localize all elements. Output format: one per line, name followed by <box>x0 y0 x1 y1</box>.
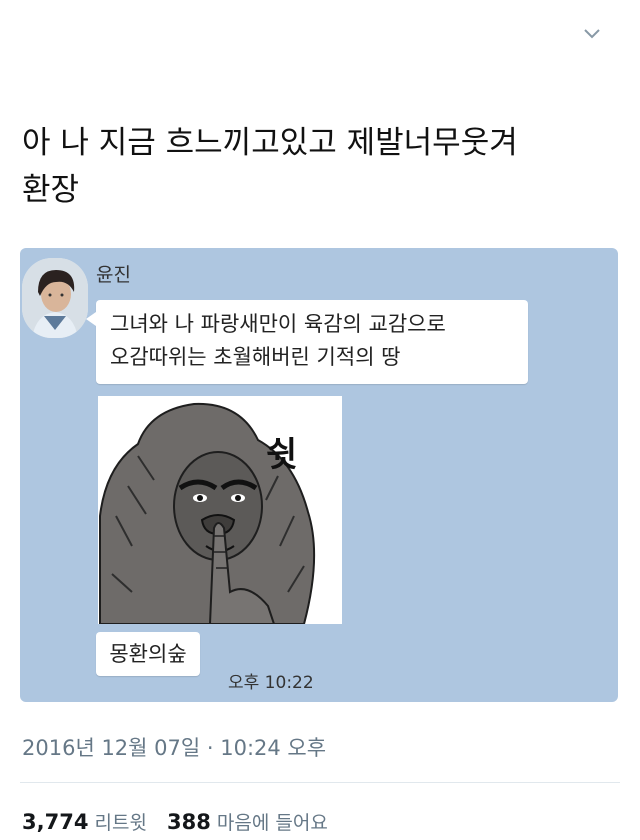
like-label: 마음에 들어요 <box>216 812 328 834</box>
chat-message-bubble: 몽환의숲 <box>96 632 200 676</box>
gorilla-sticker: 쉿 <box>98 396 342 625</box>
tweet-timestamp[interactable]: 2016년 12월 07일 · 10:24 오후 <box>22 732 326 762</box>
avatar <box>22 258 88 338</box>
retweet-count: 3,774 <box>22 810 89 834</box>
tweet-stats: 3,774 리트윗 388 마음에 들어요 <box>22 808 328 835</box>
chat-message-line: 그녀와 나 파랑새만이 육감의 교감으로 <box>110 312 446 336</box>
chat-message-line: 오감따위는 초월해버린 기적의 땅 <box>110 345 401 369</box>
retweet-label: 리트윗 <box>94 812 147 834</box>
chat-message-bubble: 그녀와 나 파랑새만이 육감의 교감으로 오감따위는 초월해버린 기적의 땅 <box>86 300 528 384</box>
chat-message-time: 오후 10:22 <box>228 673 314 693</box>
chevron-down-icon[interactable] <box>582 24 602 44</box>
like-count-link[interactable]: 388 마음에 들어요 <box>166 810 328 834</box>
chat-sender-name: 윤진 <box>96 264 131 286</box>
tweet-text-line: 환장 <box>22 172 80 208</box>
like-count: 388 <box>166 810 211 834</box>
sticker-caption: 쉿 <box>266 435 297 475</box>
tweet-media-image[interactable]: 윤진 그녀와 나 파랑새만이 육감의 교감으로 오감따위는 초월해버린 기적의 … <box>20 248 618 702</box>
tweet-text-line: 아 나 지금 흐느끼고있고 제발너무웃겨 <box>22 125 518 161</box>
divider <box>20 782 620 783</box>
retweet-count-link[interactable]: 3,774 리트윗 <box>22 810 153 834</box>
tweet-text: 아 나 지금 흐느끼고있고 제발너무웃겨 환장 <box>22 120 612 214</box>
